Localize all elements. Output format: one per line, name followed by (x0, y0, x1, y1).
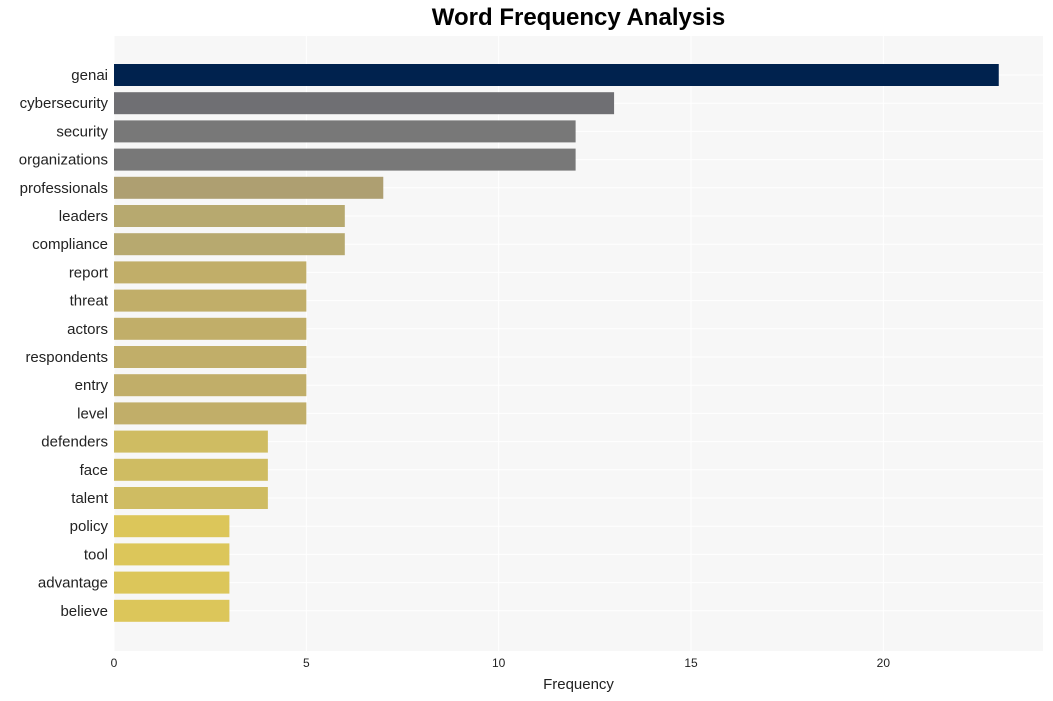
x-tick-label-15: 15 (684, 656, 698, 670)
y-label-believe: believe (60, 603, 108, 620)
x-tick-label-5: 5 (303, 656, 310, 670)
bar-defenders (114, 430, 268, 453)
y-label-entry: entry (75, 377, 109, 394)
bar-organizations (114, 148, 576, 171)
bar-cybersecurity (114, 92, 615, 115)
bar-leaders (114, 205, 345, 227)
y-axis-labels: genai cybersecurity security organizations p… (19, 67, 109, 620)
bar-level (114, 402, 307, 425)
y-label-genai: genai (71, 67, 108, 84)
y-label-compliance: compliance (32, 236, 108, 253)
y-label-security: security (56, 123, 108, 140)
y-label-professionals: professionals (20, 180, 108, 197)
bar-professionals (114, 176, 384, 199)
bar-actors (114, 317, 307, 340)
bar-compliance (114, 233, 345, 256)
bar-genai (114, 64, 999, 86)
bar-chart: genai cybersecurity security organizations p… (19, 36, 1043, 693)
bar-report (114, 261, 307, 284)
y-label-face: face (80, 462, 108, 479)
bar-security (114, 120, 576, 143)
x-axis-ticks: 0 5 10 15 20 (111, 656, 891, 670)
y-label-threat: threat (70, 293, 109, 310)
y-label-talent: talent (71, 490, 109, 507)
y-label-policy: policy (70, 518, 109, 535)
bar-entry (114, 374, 307, 397)
x-axis-label: Frequency (543, 676, 614, 693)
y-label-leaders: leaders (59, 208, 108, 225)
y-label-tool: tool (84, 546, 108, 563)
bar-advantage (114, 571, 230, 594)
x-tick-label-20: 20 (877, 656, 891, 670)
y-label-respondents: respondents (25, 349, 108, 366)
x-tick-label-10: 10 (492, 656, 506, 670)
y-label-cybersecurity: cybersecurity (20, 95, 109, 112)
bar-face (114, 458, 268, 481)
y-label-report: report (69, 264, 109, 281)
bar-talent (114, 487, 268, 509)
bar-respondents (114, 346, 307, 368)
bar-believe (114, 599, 230, 622)
bar-policy (114, 515, 230, 538)
y-label-actors: actors (67, 321, 108, 338)
bar-tool (114, 543, 230, 566)
y-label-level: level (77, 405, 108, 422)
y-label-organizations: organizations (19, 152, 108, 169)
y-label-defenders: defenders (41, 434, 108, 451)
bar-threat (114, 289, 307, 312)
y-label-advantage: advantage (38, 575, 108, 592)
x-tick-label-0: 0 (111, 656, 118, 670)
